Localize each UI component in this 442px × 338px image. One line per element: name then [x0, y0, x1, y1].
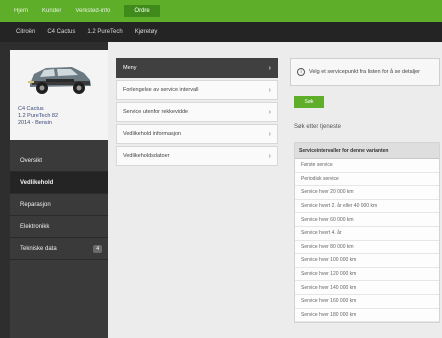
vehicle-card: C4 Cactus 1.2 PureTech 82 2014 - Bensin	[10, 50, 108, 140]
table-row[interactable]: Service hver 120 000 km	[295, 268, 439, 282]
breadcrumb-make[interactable]: Citroën	[16, 29, 35, 35]
list-item-interval-extension[interactable]: Forlengelse av service intervall ›	[116, 80, 278, 100]
table-header: Serviceintervaller for denne varianten	[295, 143, 439, 159]
sidebar-item-label: Reparasjon	[20, 201, 51, 208]
search-label: Søk etter tjeneste	[294, 124, 342, 130]
sidebar-item-label: Tekniske data	[20, 245, 57, 252]
sidebar-item-repair[interactable]: Reparasjon	[10, 194, 108, 216]
chevron-right-icon: ›	[268, 152, 271, 160]
table-row[interactable]: Service hver 20 000 km	[295, 186, 439, 200]
sidebar-menu: Oversikt Vedlikehold Reparasjon Elektron…	[10, 150, 108, 260]
info-text: Velg et servicepunkt fra listen for å se…	[309, 69, 420, 75]
list-item-label: Service utenfor rekkevidde	[123, 109, 189, 115]
top-navigation-bar: Hjem Kunder Verksted-info Ordre	[0, 0, 442, 22]
car-image	[28, 67, 91, 94]
sidebar-item-label: Elektronikk	[20, 223, 50, 230]
table-row[interactable]: Service hvert 4. år	[295, 227, 439, 241]
breadcrumb-engine[interactable]: 1.2 PureTech	[87, 29, 122, 35]
nav-item-home[interactable]: Hjem	[14, 8, 28, 14]
sidebar-item-maintenance[interactable]: Vedlikehold	[10, 172, 108, 194]
table-row[interactable]: Service hver 160 000 km	[295, 295, 439, 309]
list-item-out-of-range[interactable]: Service utenfor rekkevidde ›	[116, 102, 278, 122]
service-list: Meny › Forlengelse av service intervall …	[116, 58, 278, 168]
chevron-right-icon: ›	[268, 86, 271, 94]
list-item-label: Vedlikeholdsdatoer	[123, 153, 170, 159]
list-item-label: Vedlikehold informasjon	[123, 131, 182, 137]
breadcrumb-model[interactable]: C4 Cactus	[47, 29, 75, 35]
vehicle-line2: 2014 - Bensin	[18, 120, 52, 126]
table-row[interactable]: Service hver 60 000 km	[295, 213, 439, 227]
breadcrumb-vehicle[interactable]: Kjøretøy	[135, 29, 158, 35]
chevron-right-icon: ›	[268, 130, 271, 138]
list-item-maintenance-info[interactable]: Vedlikehold informasjon ›	[116, 124, 278, 144]
sidebar-item-label: Vedlikehold	[20, 179, 54, 186]
table-row[interactable]: Første service	[295, 159, 439, 173]
detail-panel: i Velg et servicepunkt fra listen for å …	[288, 58, 442, 338]
vehicle-line1: 1.2 PureTech 82	[18, 113, 59, 119]
sidebar-item-electronics[interactable]: Elektronikk	[10, 216, 108, 238]
vehicle-name: C4 Cactus	[18, 106, 44, 112]
info-icon: i	[297, 68, 305, 76]
left-sidebar: C4 Cactus 1.2 PureTech 82 2014 - Bensin …	[10, 50, 108, 338]
table-row[interactable]: Service hver 140 000 km	[295, 281, 439, 295]
list-item-maintenance-dates[interactable]: Vedlikeholdsdatoer ›	[116, 146, 278, 166]
breadcrumb: Citroën C4 Cactus 1.2 PureTech Kjøretøy	[0, 22, 442, 42]
table-row[interactable]: Periodisk service	[295, 173, 439, 187]
nav-item-workshop-info[interactable]: Verksted-info	[75, 8, 110, 14]
nav-item-customers[interactable]: Kunder	[42, 8, 61, 14]
table-row[interactable]: Service hver 80 000 km	[295, 241, 439, 255]
search-button[interactable]: Søk	[294, 96, 324, 108]
sidebar-item-overview[interactable]: Oversikt	[10, 150, 108, 172]
chevron-right-icon: ›	[268, 64, 271, 72]
count-badge: 4	[93, 244, 102, 253]
vehicle-info: C4 Cactus 1.2 PureTech 82 2014 - Bensin	[18, 106, 58, 127]
table-row[interactable]: Service hvert 2. år eller 40 000 km	[295, 200, 439, 214]
chevron-right-icon: ›	[268, 108, 271, 116]
service-interval-table: Serviceintervaller for denne varianten F…	[294, 142, 440, 324]
list-item-label: Meny	[123, 65, 137, 71]
list-item-menu[interactable]: Meny ›	[116, 58, 278, 78]
sidebar-item-label: Oversikt	[20, 157, 43, 164]
table-row[interactable]: Service hver 180 000 km	[295, 309, 439, 323]
table-row[interactable]: Service hver 100 000 km	[295, 254, 439, 268]
nav-tab-active[interactable]: Ordre	[124, 5, 160, 17]
sidebar-item-technical-data[interactable]: Tekniske data 4	[10, 238, 108, 260]
info-message: i Velg et servicepunkt fra listen for å …	[290, 58, 440, 86]
list-item-label: Forlengelse av service intervall	[123, 87, 199, 93]
